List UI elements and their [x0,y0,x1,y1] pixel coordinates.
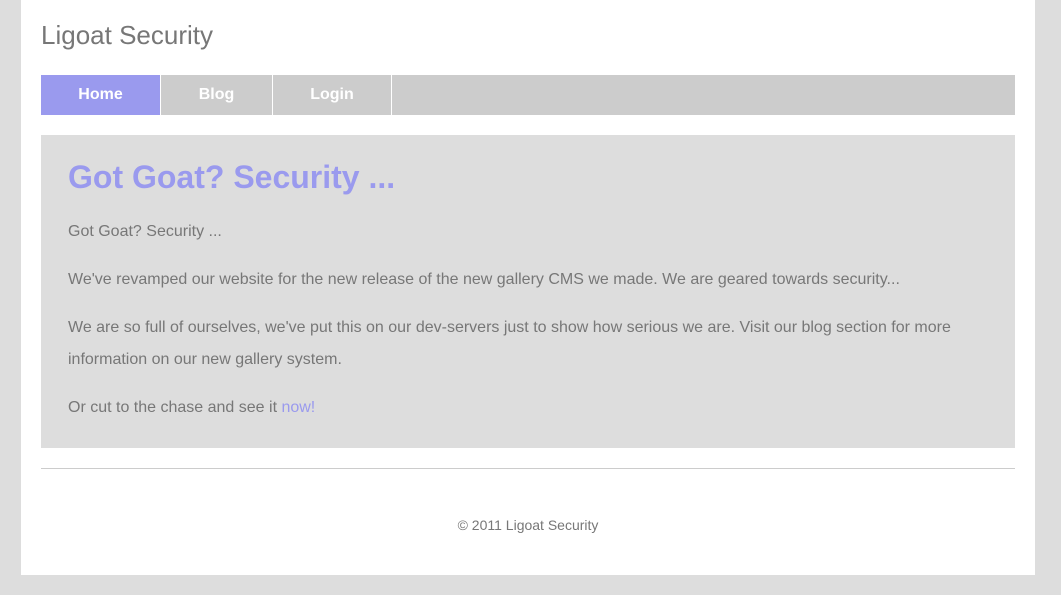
cta-paragraph: Or cut to the chase and see it now! [68,392,315,424]
main-nav: Home Blog Login [41,75,1015,115]
site-title: Ligoat Security [41,20,213,50]
dev-servers-paragraph: We are so full of ourselves, we've put t… [68,319,951,368]
footer-divider [41,468,1015,469]
page-headline: Got Goat? Security ... [68,159,396,195]
nav-item-home[interactable]: Home [41,75,161,115]
nav-item-login[interactable]: Login [273,75,392,115]
nav-item-blog[interactable]: Blog [161,75,273,115]
intro-paragraph: Got Goat? Security ... [68,223,222,240]
page-container: Ligoat Security Home Blog Login Got Goat… [21,0,1035,575]
footer-copyright: © 2011 Ligoat Security [457,517,599,533]
main-content: Got Goat? Security ... Got Goat? Securit… [41,135,1015,448]
revamp-paragraph: We've revamped our website for the new r… [68,271,900,288]
cta-text: Or cut to the chase and see it [68,399,282,416]
now-link[interactable]: now! [281,399,315,416]
